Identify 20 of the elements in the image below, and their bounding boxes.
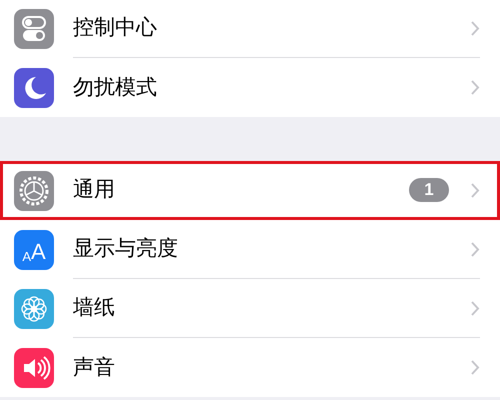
settings-row[interactable]: 声音 (0, 338, 500, 397)
chevron-icon (471, 360, 480, 375)
row-label: 控制中心 (73, 15, 158, 42)
notification-badge: 1 (409, 178, 449, 202)
chevron-icon (471, 80, 480, 95)
settings-row[interactable]: 勿扰模式 (0, 58, 500, 117)
settings-row[interactable]: AA 显示与亮度 (0, 220, 500, 279)
chevron-icon (471, 20, 480, 36)
settings-row[interactable]: 通用 1 (0, 161, 500, 220)
chevron-icon (471, 182, 480, 198)
row-label: 显示与亮度 (73, 236, 179, 262)
chevron-icon (471, 242, 480, 256)
text-size-icon: AA (14, 230, 54, 270)
row-label: 通用 (73, 177, 116, 204)
chevron-icon (471, 300, 480, 316)
row-label: 勿扰模式 (73, 74, 158, 101)
settings-row[interactable]: 墙纸 (0, 279, 500, 338)
row-label: 墙纸 (73, 295, 116, 322)
settings-row[interactable]: 控制中心 (0, 0, 500, 58)
row-label: 声音 (73, 354, 116, 381)
